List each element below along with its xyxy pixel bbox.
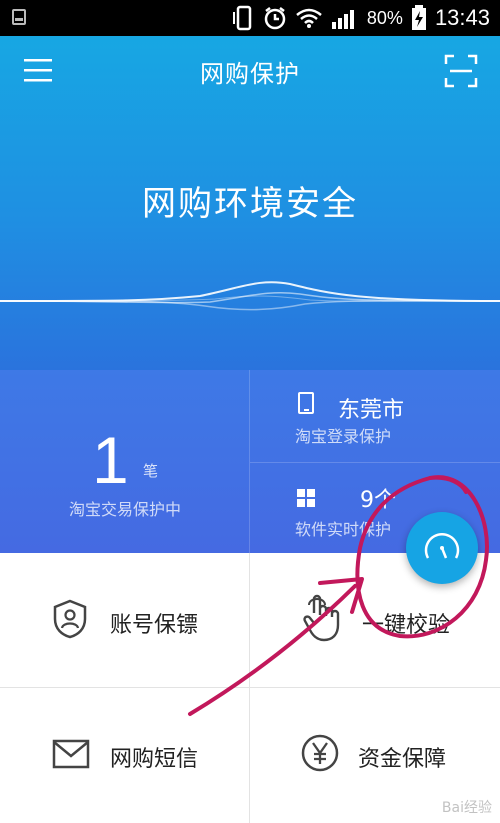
- wave-graphic: [0, 281, 500, 311]
- alarm-icon: [264, 7, 286, 30]
- transaction-caption: 淘宝交易保护中: [68, 500, 181, 519]
- fund-protection-label: 资金保障: [358, 747, 447, 772]
- status-bar: 80% 13:43: [0, 0, 500, 36]
- software-count: 9个: [360, 488, 396, 513]
- software-caption: 软件实时保护: [295, 520, 392, 539]
- one-click-verify-label: 一键校验: [362, 613, 451, 638]
- feature-grid: 账号保镖 一键校验 网购短信 资金保障: [0, 553, 500, 823]
- vibrate-icon: [232, 5, 252, 31]
- divider: [250, 462, 500, 463]
- status-right: 80% 13:43: [232, 0, 490, 36]
- speed-check-fab[interactable]: [406, 512, 478, 584]
- login-location: 东莞市: [338, 398, 405, 423]
- login-caption: 淘宝登录保护: [295, 427, 392, 446]
- clock: 13:43: [434, 5, 490, 30]
- yen-circle-icon: [301, 734, 339, 772]
- battery-percent: 80%: [366, 7, 403, 28]
- notification-icon: [12, 9, 26, 25]
- transaction-unit: 笔: [143, 462, 159, 480]
- page-title: 网购保护: [200, 60, 300, 88]
- wifi-icon: [296, 8, 322, 28]
- divider: [249, 553, 250, 823]
- speedometer-icon: [424, 533, 460, 559]
- transaction-count: 1: [92, 423, 129, 497]
- security-status-headline: 网购环境安全: [142, 184, 358, 224]
- battery-charging-icon: [411, 5, 426, 30]
- divider: [0, 687, 500, 688]
- phone-icon: [298, 392, 314, 414]
- hero-section: 网购保护 网购环境安全: [0, 36, 500, 370]
- shopping-sms-label: 网购短信: [110, 747, 199, 772]
- watermark: Bai经验: [441, 800, 492, 816]
- shield-user-icon: [53, 599, 87, 639]
- envelope-icon: [52, 739, 90, 769]
- signal-icon: [331, 10, 354, 29]
- hand-touch-icon: [303, 594, 340, 642]
- scan-icon[interactable]: [444, 54, 478, 88]
- account-guard-label: 账号保镖: [110, 613, 199, 638]
- windows-grid-icon: [297, 489, 315, 507]
